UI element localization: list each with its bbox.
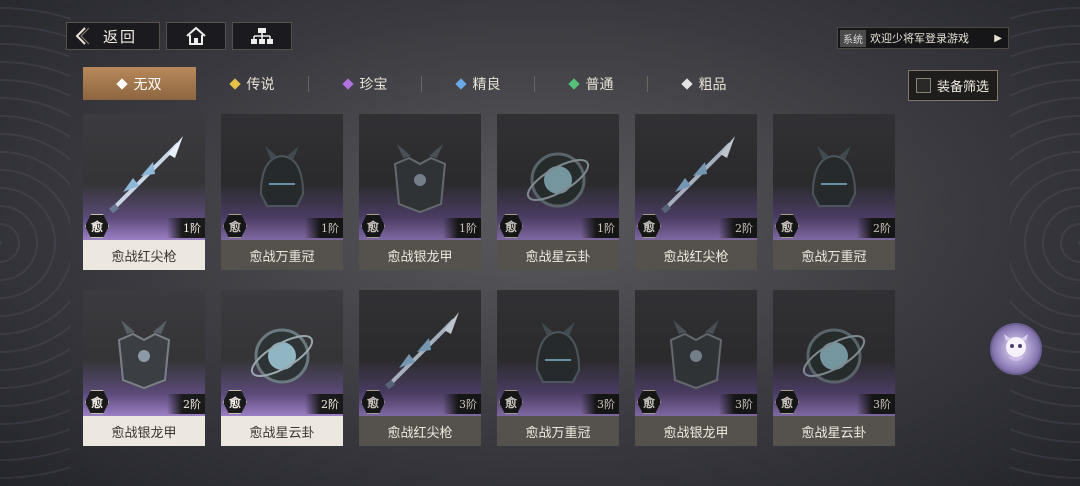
tab-label: 普通	[585, 76, 614, 93]
tab-zhenbao[interactable]: 珍宝	[309, 67, 422, 100]
rank-label: 1阶	[581, 218, 619, 238]
right-border-pattern	[1010, 0, 1080, 486]
tab-label: 珍宝	[359, 76, 388, 93]
tab-jingliang[interactable]: 精良	[422, 67, 535, 100]
equipment-image: 愈 1阶	[497, 114, 619, 240]
tab-wushuang[interactable]: 无双	[83, 67, 196, 100]
system-message-bar[interactable]: 系统 欢迎少将军登录游戏 ▶	[837, 27, 1009, 49]
rank-label: 3阶	[443, 394, 481, 414]
rank-label: 3阶	[581, 394, 619, 414]
diamond-icon	[567, 77, 580, 90]
home-button[interactable]	[166, 22, 226, 50]
equipment-image: 愈 3阶	[359, 290, 481, 416]
back-button[interactable]: 返回	[66, 22, 160, 50]
system-message: 欢迎少将军登录游戏	[870, 32, 969, 45]
equipment-image: 愈 2阶	[773, 114, 895, 240]
equipment-card[interactable]: 愈 3阶 愈战万重冠	[497, 290, 619, 446]
equipment-card[interactable]: 愈 3阶 愈战星云卦	[773, 290, 895, 446]
top-navigation: 返回	[66, 22, 292, 50]
equipment-name: 愈战红尖枪	[635, 240, 757, 270]
rank-label: 2阶	[719, 218, 757, 238]
equipment-filter-button[interactable]: 装备筛选	[908, 70, 998, 101]
tab-chuanshuo[interactable]: 传说	[196, 67, 309, 100]
equipment-image: 愈 1阶	[221, 114, 343, 240]
tab-label: 传说	[246, 76, 275, 93]
diamond-icon	[454, 77, 467, 90]
equipment-card[interactable]: 愈 2阶 愈战银龙甲	[83, 290, 205, 446]
equipment-name: 愈战银龙甲	[83, 416, 205, 446]
equipment-card[interactable]: 愈 2阶 愈战红尖枪	[635, 114, 757, 270]
rank-label: 1阶	[305, 218, 343, 238]
rank-label: 2阶	[857, 218, 895, 238]
rank-label: 1阶	[167, 218, 205, 238]
tab-cupin[interactable]: 粗品	[648, 67, 761, 100]
equipment-name: 愈战红尖枪	[359, 416, 481, 446]
equipment-card[interactable]: 愈 3阶 愈战银龙甲	[635, 290, 757, 446]
home-icon	[186, 26, 206, 45]
equipment-card[interactable]: 愈 1阶 愈战万重冠	[221, 114, 343, 270]
equipment-image: 愈 3阶	[497, 290, 619, 416]
equipment-image: 愈 2阶	[83, 290, 205, 416]
equipment-name: 愈战银龙甲	[359, 240, 481, 270]
equipment-image: 愈 2阶	[221, 290, 343, 416]
equipment-name: 愈战星云卦	[221, 416, 343, 446]
companion-avatar-button[interactable]	[990, 323, 1042, 375]
equipment-name: 愈战万重冠	[773, 240, 895, 270]
equipment-card[interactable]: 愈 1阶 愈战红尖枪	[83, 114, 205, 270]
rank-label: 2阶	[167, 394, 205, 414]
diamond-icon	[680, 77, 693, 90]
equipment-name: 愈战星云卦	[497, 240, 619, 270]
equipment-image: 愈 1阶	[83, 114, 205, 240]
equipment-name: 愈战红尖枪	[83, 240, 205, 270]
back-label: 返回	[103, 27, 138, 46]
tab-putong[interactable]: 普通	[535, 67, 648, 100]
diamond-icon	[341, 77, 354, 90]
equipment-card[interactable]: 愈 1阶 愈战银龙甲	[359, 114, 481, 270]
equipment-grid-viewport[interactable]: 护猫采田甲护猫梓田评护猫操盔刀护猫辅星远护猫采田甲护猫梓田评愈1阶愈战红尖枪愈1…	[83, 110, 895, 486]
equipment-card[interactable]: 愈 2阶 愈战万重冠	[773, 114, 895, 270]
equipment-name: 愈战万重冠	[497, 416, 619, 446]
filter-checkbox[interactable]	[916, 78, 931, 93]
left-border-pattern	[0, 0, 70, 486]
tab-label: 无双	[133, 76, 162, 93]
tab-label: 粗品	[698, 76, 727, 93]
back-arrow-icon	[75, 27, 90, 45]
rank-label: 3阶	[719, 394, 757, 414]
hierarchy-icon	[251, 28, 273, 44]
equipment-grid: 护猫采田甲护猫梓田评护猫操盔刀护猫辅星远护猫采田甲护猫梓田评愈1阶愈战红尖枪愈1…	[83, 110, 895, 446]
rank-label: 2阶	[305, 394, 343, 414]
equipment-name: 愈战星云卦	[773, 416, 895, 446]
filter-label: 装备筛选	[937, 80, 990, 95]
play-arrow-icon: ▶	[994, 32, 1002, 44]
tab-label: 精良	[472, 76, 501, 93]
rank-label: 3阶	[857, 394, 895, 414]
equipment-name: 愈战银龙甲	[635, 416, 757, 446]
equipment-image: 愈 1阶	[359, 114, 481, 240]
equipment-image: 愈 3阶	[635, 290, 757, 416]
equipment-card[interactable]: 愈 3阶 愈战红尖枪	[359, 290, 481, 446]
equipment-card[interactable]: 愈 2阶 愈战星云卦	[221, 290, 343, 446]
equipment-name: 愈战万重冠	[221, 240, 343, 270]
equipment-card[interactable]: 愈 1阶 愈战星云卦	[497, 114, 619, 270]
diamond-icon	[228, 77, 241, 90]
hierarchy-button[interactable]	[232, 22, 292, 50]
companion-avatar-icon	[1004, 334, 1028, 361]
quality-tabs: 无双 传说 珍宝 精良 普通 粗品	[83, 67, 761, 100]
rank-label: 1阶	[443, 218, 481, 238]
diamond-icon	[115, 77, 128, 90]
system-tag: 系统	[840, 29, 866, 47]
equipment-image: 愈 2阶	[635, 114, 757, 240]
equipment-image: 愈 3阶	[773, 290, 895, 416]
